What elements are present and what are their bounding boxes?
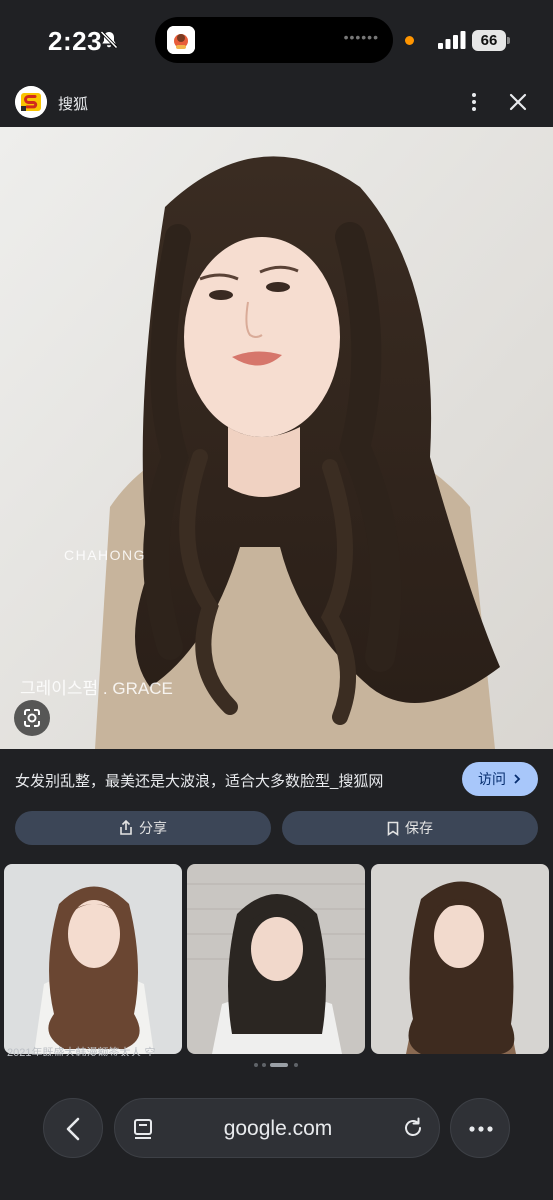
watermark-grace: 그레이스펌 . GRACE: [20, 679, 173, 698]
browser-menu-button[interactable]: [450, 1098, 510, 1158]
status-bar: 2:23 •••••• 66: [0, 0, 553, 80]
battery-level: 66: [472, 30, 506, 51]
watermark-chahong: CHAHONG: [64, 547, 146, 563]
chevron-right-icon: [514, 774, 521, 784]
bell-off-icon: [100, 30, 118, 49]
thumb-photo-2: [187, 864, 365, 1054]
related-image-1[interactable]: [4, 864, 182, 1054]
share-label: 分享: [139, 820, 167, 836]
address-bar[interactable]: google.com: [114, 1098, 440, 1158]
more-horiz-icon: [469, 1126, 493, 1132]
visit-button[interactable]: 访问: [462, 762, 538, 796]
island-indicator-dots: ••••••: [343, 29, 379, 45]
tabs-icon[interactable]: [131, 1117, 155, 1141]
chevron-left-icon: [66, 1117, 80, 1141]
related-image-2[interactable]: [187, 864, 365, 1054]
image-viewer-screen: 2:23 •••••• 66 搜狐 CHAHONG 그레이스펌 . GRACE …: [0, 0, 553, 1200]
back-button[interactable]: [43, 1098, 103, 1158]
more-vert-icon[interactable]: [462, 90, 486, 114]
image-title[interactable]: 女发别乱整，最美还是大波浪，适合大多数脸型_搜狐网: [15, 770, 445, 791]
site-name[interactable]: 搜狐: [58, 93, 88, 114]
cellular-signal-icon: [438, 31, 466, 49]
share-icon: [120, 819, 132, 835]
mic-in-use-indicator: [405, 36, 414, 45]
save-button[interactable]: 保存: [282, 811, 538, 845]
share-button[interactable]: 分享: [15, 811, 271, 845]
related-image-3[interactable]: [371, 864, 549, 1054]
main-image[interactable]: CHAHONG 그레이스펌 . GRACE: [0, 127, 553, 749]
lens-search-button[interactable]: [14, 700, 50, 736]
carousel-pager: [254, 1062, 304, 1068]
battery-icon: 66: [472, 30, 512, 51]
status-time: 2:23: [48, 26, 103, 56]
related-image-1-caption[interactable]: 2021年既盛大韩漫额签太人 空: [7, 1043, 185, 1056]
url-text[interactable]: google.com: [175, 1117, 381, 1141]
dynamic-island[interactable]: ••••••: [155, 17, 393, 63]
close-icon[interactable]: [506, 90, 530, 114]
sohu-logo-icon: [15, 86, 47, 118]
source-header: 搜狐: [0, 80, 553, 126]
save-label: 保存: [405, 820, 433, 836]
thumb-photo-1: [4, 864, 182, 1054]
thumb-photo-3: [371, 864, 549, 1054]
visit-label: 访问: [478, 771, 507, 787]
main-photo: CHAHONG 그레이스펌 . GRACE: [0, 127, 553, 749]
reload-icon[interactable]: [401, 1116, 425, 1140]
bookmark-icon: [387, 821, 399, 836]
app-activity-icon: [167, 26, 195, 54]
lens-icon: [24, 709, 40, 727]
